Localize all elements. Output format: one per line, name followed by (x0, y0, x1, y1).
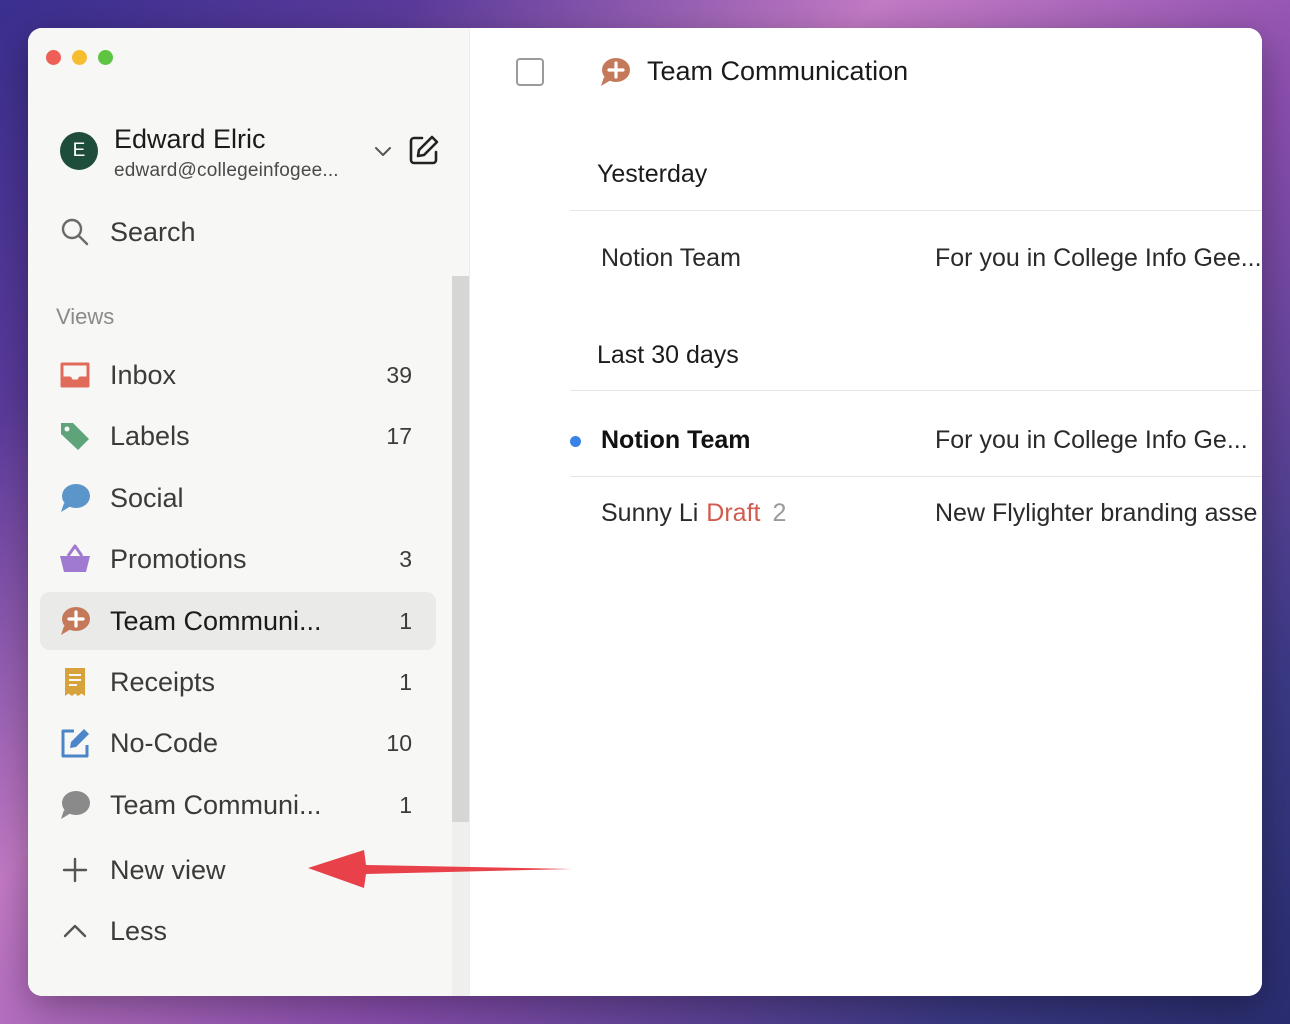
sidebar-item-label: No-Code (110, 727, 219, 758)
sidebar-item-label: Social (110, 482, 184, 513)
unread-count: 3 (399, 545, 412, 572)
edit-square-icon (58, 726, 92, 760)
message-subject: New Flylighter branding asse (935, 499, 1258, 527)
thread-count: 2 (772, 499, 787, 527)
sidebar-item-label: Inbox (110, 359, 177, 390)
sidebar-item-label: Team Communi... (110, 605, 322, 636)
divider (570, 390, 1262, 391)
sidebar-item-label: Team Communi... (110, 789, 322, 820)
sidebar-item-no-code[interactable]: No-Code 10 (40, 714, 436, 772)
chat-plus-icon (58, 604, 92, 638)
less-label: Less (110, 915, 168, 946)
chat-plus-icon (601, 58, 630, 86)
sidebar-item-receipts[interactable]: Receipts 1 (40, 653, 436, 711)
divider (570, 476, 1262, 477)
message-row[interactable]: Notion Team For you in College Info Gee.… (570, 230, 1262, 290)
chevron-up-icon (58, 914, 92, 948)
divider (570, 210, 1262, 211)
plus-icon (58, 853, 92, 887)
chevron-down-icon[interactable] (372, 140, 394, 162)
search-icon (61, 218, 89, 246)
account-switcher[interactable]: E Edward Elric edward@collegeinfogee... (60, 122, 445, 192)
sidebar-item-label: Labels (110, 420, 190, 451)
inbox-icon (58, 358, 92, 392)
search-button[interactable]: Search (60, 212, 440, 252)
annotation-arrow (308, 850, 572, 888)
tag-icon (58, 419, 92, 453)
avatar: E (60, 132, 98, 170)
new-view-label: New view (110, 854, 226, 885)
message-subject: For you in College Info Ge... (935, 426, 1248, 454)
unread-count: 39 (386, 361, 412, 388)
account-email: edward@collegeinfogee... (114, 160, 339, 181)
views-section-label: Views (56, 304, 115, 329)
app-window: E Edward Elric edward@collegeinfogee... … (28, 28, 1262, 996)
search-label: Search (110, 216, 196, 247)
window-controls (46, 50, 113, 65)
less-button[interactable]: Less (40, 902, 436, 960)
close-window-button[interactable] (46, 50, 61, 65)
sidebar-item-social[interactable]: Social (40, 469, 436, 527)
sidebar-scrollbar-thumb[interactable] (452, 276, 469, 822)
compose-icon[interactable] (406, 132, 442, 168)
message-row[interactable]: Notion Team For you in College Info Ge..… (570, 412, 1262, 472)
sidebar-item-labels[interactable]: Labels 17 (40, 407, 436, 465)
unread-dot (570, 436, 581, 447)
sidebar-item-label: Receipts (110, 666, 216, 697)
message-sender-group: Sunny Li Draft 2 (601, 499, 786, 528)
sidebar-item-team-communication[interactable]: Team Communi... 1 (40, 592, 436, 650)
zoom-window-button[interactable] (98, 50, 113, 65)
draft-badge: Draft (706, 499, 761, 527)
message-sender: Notion Team (601, 426, 751, 454)
unread-count: 17 (386, 422, 412, 449)
sidebar-item-inbox[interactable]: Inbox 39 (40, 346, 436, 404)
message-sender: Sunny Li (601, 499, 699, 527)
unread-count: 1 (399, 668, 412, 695)
speech-bubble-gray-icon (58, 788, 92, 822)
section-heading-last-30-days: Last 30 days (597, 341, 739, 369)
unread-count: 10 (386, 729, 412, 756)
message-subject: For you in College Info Gee... (935, 244, 1262, 272)
message-row[interactable]: Sunny Li Draft 2 New Flylighter branding a… (570, 485, 1262, 545)
basket-icon (58, 542, 92, 576)
message-sender: Notion Team (601, 244, 741, 272)
unread-count: 1 (399, 607, 412, 634)
sidebar-item-team-communication-2[interactable]: Team Communi... 1 (40, 776, 436, 834)
sidebar-item-promotions[interactable]: Promotions 3 (40, 530, 436, 588)
receipt-icon (58, 665, 92, 699)
speech-bubble-icon (58, 481, 92, 515)
section-heading-yesterday: Yesterday (597, 160, 708, 188)
sidebar-item-label: Promotions (110, 543, 247, 574)
minimize-window-button[interactable] (72, 50, 87, 65)
select-all-checkbox[interactable] (516, 58, 544, 86)
message-list-pane: Team Communication Yesterday Notion Team… (470, 28, 1262, 996)
unread-count: 1 (399, 791, 412, 818)
page-title: Team Communication (647, 56, 909, 86)
account-name: Edward Elric (114, 124, 266, 154)
